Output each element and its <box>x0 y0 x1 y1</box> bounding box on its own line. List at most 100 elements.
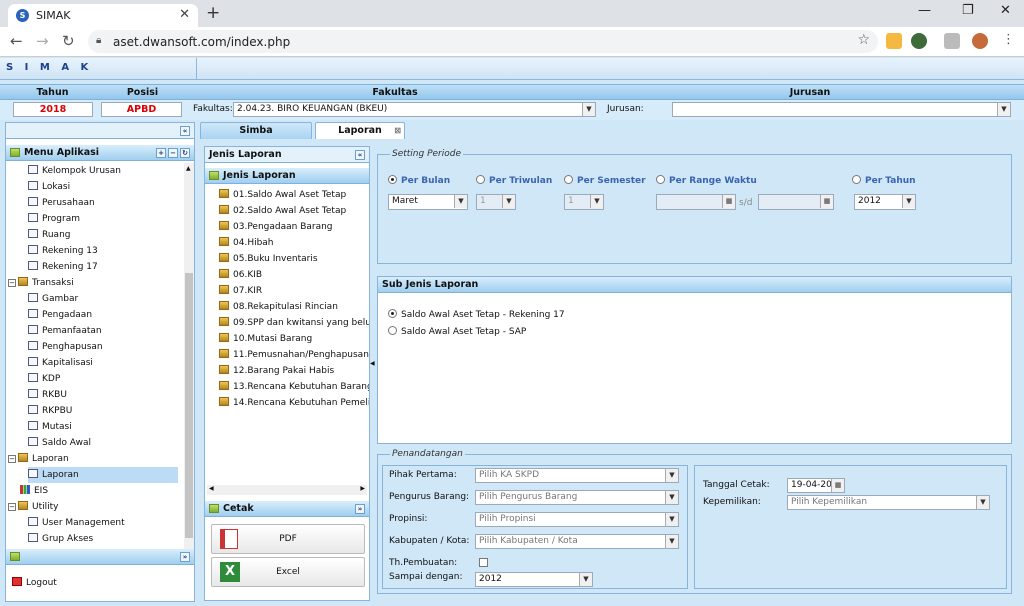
kep-select[interactable]: Pilih Kepemilikan ▼ <box>787 495 990 510</box>
close-tab-laporan-icon[interactable]: ⊠ <box>394 123 401 138</box>
range-end-input[interactable]: ▦ <box>758 194 834 210</box>
jenis-laporan-item[interactable]: 09.SPP dan kwitansi yang belum d <box>219 315 369 331</box>
per-semester-radio[interactable]: Per Semester <box>564 175 646 186</box>
collapse-left-icon[interactable]: « <box>355 150 365 160</box>
pdf-button[interactable]: PDF <box>211 524 365 554</box>
jenis-laporan-item[interactable]: 14.Rencana Kebutuhan Pemelihara <box>219 395 369 411</box>
calendar-icon[interactable]: ▦ <box>820 195 833 208</box>
close-tab-icon[interactable]: ✕ <box>179 7 190 22</box>
sidebar-item[interactable]: Kelompok Urusan <box>28 163 178 179</box>
restore-icon[interactable]: ❐ <box>962 3 974 18</box>
new-tab-icon[interactable]: + <box>206 3 220 23</box>
sidebar-item[interactable]: Rekening 17 <box>28 259 178 275</box>
jenis-laporan-item[interactable]: 02.Saldo Awal Aset Tetap <box>219 203 369 219</box>
collapse-left-icon[interactable]: « <box>180 126 190 136</box>
tab-laporan[interactable]: Laporan ⊠ <box>315 122 405 139</box>
sidebar-scrollbar[interactable]: ▲ ▼ <box>184 163 194 563</box>
jenis-laporan-item[interactable]: 07.KIR <box>219 283 369 299</box>
sidebar-item[interactable]: Pemanfaatan <box>28 323 178 339</box>
bulan-select[interactable]: Maret ▼ <box>388 194 468 210</box>
sidebar-item[interactable]: − Laporan <box>8 451 178 467</box>
propinsi-select[interactable]: Pilih Propinsi ▼ <box>475 512 679 527</box>
sidebar-item[interactable]: Penghapusan <box>28 339 178 355</box>
expand-down-icon[interactable]: » <box>355 504 365 514</box>
sidebar-item[interactable]: − Utility <box>8 499 178 515</box>
sidebar-item[interactable]: Laporan <box>28 467 178 483</box>
scroll-right-icon[interactable]: ▶ <box>360 485 365 492</box>
expand-down-icon[interactable]: » <box>180 552 190 562</box>
tree-toggle-icon[interactable]: − <box>8 455 16 463</box>
per-tahun-radio[interactable]: Per Tahun <box>852 175 916 186</box>
excel-button[interactable]: X Excel <box>211 557 365 587</box>
jenis-laporan-item[interactable]: 03.Pengadaan Barang <box>219 219 369 235</box>
sidebar-item[interactable]: RKBU <box>28 387 178 403</box>
jenis-laporan-item[interactable]: 04.Hibah <box>219 235 369 251</box>
sidebar-item[interactable]: KDP <box>28 371 178 387</box>
sidebar-item[interactable]: Rekening 13 <box>28 243 178 259</box>
expand-all-icon[interactable]: + <box>156 148 166 158</box>
tree-toggle-icon[interactable]: − <box>8 503 16 511</box>
back-icon[interactable]: ← <box>10 32 23 50</box>
sub-opt-sap[interactable]: Saldo Awal Aset Tetap - SAP <box>388 324 526 340</box>
kab-select[interactable]: Pilih Kabupaten / Kota ▼ <box>475 534 679 549</box>
sidebar-item[interactable]: Gambar <box>28 291 178 307</box>
jurusan-select[interactable]: ▼ <box>672 102 1011 117</box>
reload-icon[interactable]: ↻ <box>62 32 75 50</box>
horizontal-scrollbar[interactable]: ◀ ▶ <box>207 485 367 495</box>
sidebar-item[interactable]: RKPBU <box>28 403 178 419</box>
jenis-laporan-item[interactable]: 01.Saldo Awal Aset Tetap <box>219 187 369 203</box>
profile-avatar[interactable] <box>972 33 988 49</box>
url-input[interactable]: 🔒︎ aset.dwansoft.com/index.php ☆ <box>88 30 878 53</box>
jenis-laporan-item[interactable]: 06.KIB <box>219 267 369 283</box>
jenis-laporan-item[interactable]: 08.Rekapitulasi Rincian <box>219 299 369 315</box>
sidebar-item[interactable]: EIS <box>8 483 178 499</box>
forward-icon[interactable]: → <box>36 32 49 50</box>
refresh-icon[interactable]: ↻ <box>180 148 190 158</box>
per-triwulan-radio[interactable]: Per Triwulan <box>476 175 552 186</box>
jenis-laporan-item[interactable]: 11.Pemusnahan/Penghapusan <box>219 347 369 363</box>
range-start-input[interactable]: ▦ <box>656 194 736 210</box>
fakultas-select[interactable]: 2.04.23. BIRO KEUANGAN (BKEU) ▼ <box>233 102 596 117</box>
tab-simba[interactable]: Simba <box>200 122 312 139</box>
jenis-laporan-item[interactable]: 12.Barang Pakai Habis <box>219 363 369 379</box>
calendar-icon[interactable]: ▦ <box>831 479 844 492</box>
extension-grammar-icon[interactable] <box>911 33 927 49</box>
sidebar-item[interactable]: Pengadaan <box>28 307 178 323</box>
sidebar-item[interactable]: − Transaksi <box>8 275 178 291</box>
pengurus-select[interactable]: Pilih Pengurus Barang ▼ <box>475 490 679 505</box>
extension-icon[interactable] <box>886 33 902 49</box>
browser-tab[interactable]: S SIMAK ✕ <box>8 4 198 27</box>
pihak-select[interactable]: Pilih KA SKPD ▼ <box>475 468 679 483</box>
scroll-left-icon[interactable]: ◀ <box>209 485 214 492</box>
jenis-laporan-item[interactable]: 05.Buku Inventaris <box>219 251 369 267</box>
scroll-up-icon[interactable]: ▲ <box>186 165 191 172</box>
semester-select[interactable]: 1 ▼ <box>564 194 604 210</box>
triwulan-select[interactable]: 1 ▼ <box>476 194 516 210</box>
close-window-icon[interactable]: ✕ <box>1000 3 1011 18</box>
bookmark-star-icon[interactable]: ☆ <box>857 32 870 48</box>
logout-link[interactable]: Logout <box>12 575 57 591</box>
thp-checkbox[interactable] <box>479 558 488 567</box>
sidebar-item[interactable]: Saldo Awal <box>28 435 178 451</box>
sidebar-item[interactable]: User Management <box>28 515 178 531</box>
reading-list-icon[interactable] <box>944 33 960 49</box>
tahun-select[interactable]: 2012 ▼ <box>854 194 916 210</box>
sidebar-item[interactable]: Kapitalisasi <box>28 355 178 371</box>
calendar-icon[interactable]: ▦ <box>722 195 735 208</box>
minimize-icon[interactable]: — <box>918 3 931 18</box>
jenis-laporan-group[interactable]: Jenis Laporan <box>205 168 369 184</box>
jenis-laporan-item[interactable]: 13.Rencana Kebutuhan Barang Un <box>219 379 369 395</box>
tahun-value[interactable]: 2018 <box>13 102 93 117</box>
posisi-value[interactable]: APBD <box>101 102 182 117</box>
tree-toggle-icon[interactable]: − <box>8 279 16 287</box>
tgl-input[interactable]: 19-04-202 ▦ <box>787 478 845 493</box>
sampai-select[interactable]: 2012 ▼ <box>475 572 593 587</box>
jenis-laporan-item[interactable]: 10.Mutasi Barang <box>219 331 369 347</box>
menu-kebab-icon[interactable]: ⋮ <box>1002 32 1015 47</box>
sidebar-item[interactable]: Program <box>28 211 178 227</box>
per-range-radio[interactable]: Per Range Waktu <box>656 175 757 186</box>
sidebar-item[interactable]: Lokasi <box>28 179 178 195</box>
per-bulan-radio[interactable]: Per Bulan <box>388 175 450 186</box>
sub-opt-rekening17[interactable]: Saldo Awal Aset Tetap - Rekening 17 <box>388 307 565 323</box>
sidebar-item[interactable]: Perusahaan <box>28 195 178 211</box>
